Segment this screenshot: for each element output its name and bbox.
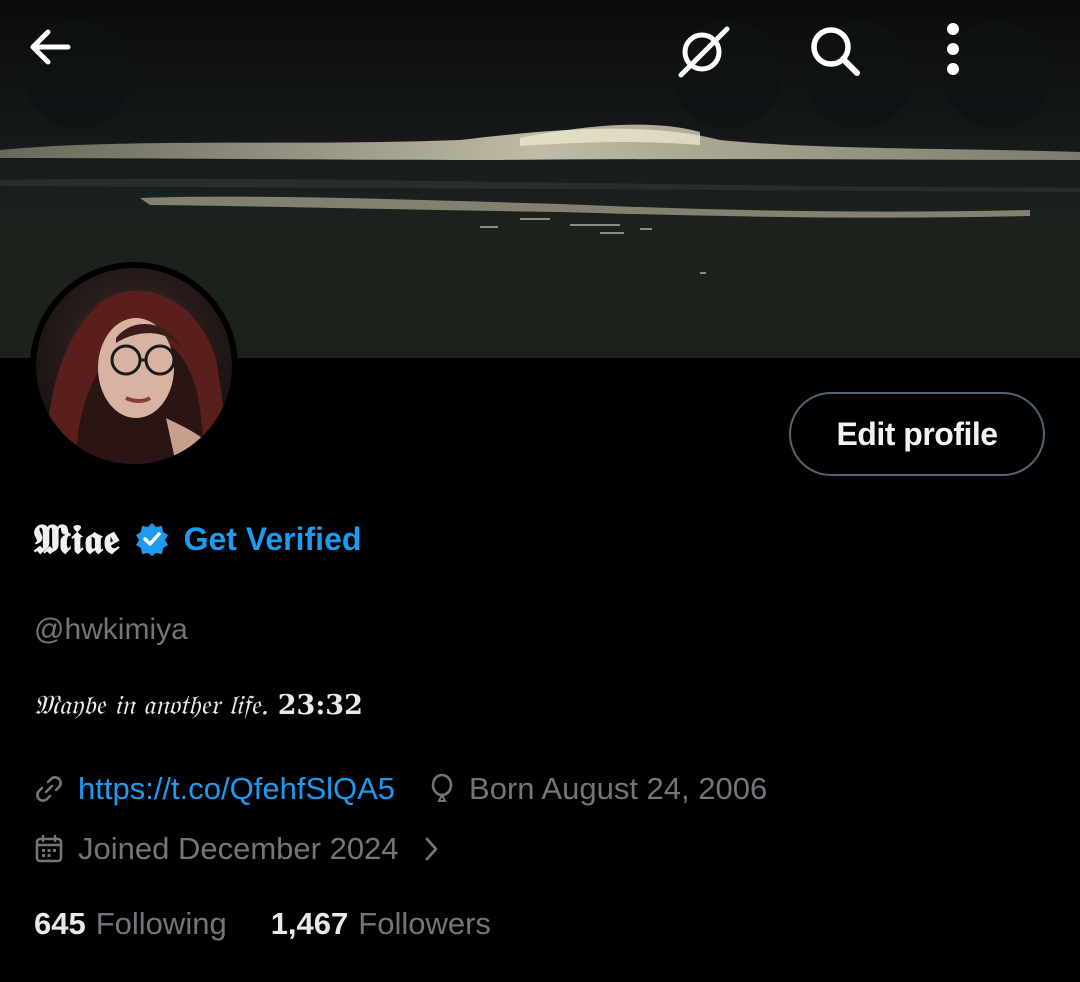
- more-button[interactable]: [943, 21, 1051, 129]
- get-verified-link[interactable]: Get Verified: [184, 521, 362, 558]
- bio-time: 𝟐𝟑:𝟑𝟐: [277, 690, 363, 721]
- grok-button[interactable]: [673, 21, 781, 129]
- follow-counts: 645 Following 1,467 Followers: [34, 902, 491, 946]
- joined-text: Joined December 2024: [78, 831, 399, 866]
- avatar-image: [36, 268, 232, 464]
- back-button[interactable]: [24, 21, 132, 129]
- followers-label: Followers: [358, 906, 491, 941]
- verified-badge-icon[interactable]: [134, 521, 170, 557]
- profile-website-link[interactable]: https://t.co/QfehfSlQA5: [78, 771, 395, 807]
- joined-row[interactable]: Joined December 2024: [34, 827, 455, 871]
- birthday-balloon-icon: [429, 773, 455, 805]
- search-button[interactable]: [805, 21, 913, 129]
- bio-text: 𝔐𝔞𝔶𝔟𝔢 𝔦𝔫 𝔞𝔫𝔬𝔱𝔥𝔢𝔯 𝔩𝔦𝔣𝔢.: [34, 690, 270, 721]
- following-link[interactable]: 645 Following: [34, 906, 227, 942]
- chevron-right-icon: [423, 834, 441, 864]
- profile-meta-row: https://t.co/QfehfSlQA5 Born August 24, …: [34, 767, 767, 811]
- avatar[interactable]: [30, 262, 238, 470]
- followers-count: 1,467: [270, 906, 349, 941]
- display-name: 𝕸𝖎𝖆𝖊: [34, 515, 120, 563]
- birthday-text: Born August 24, 2006: [469, 771, 768, 806]
- name-row: 𝕸𝖎𝖆𝖊 Get Verified: [34, 512, 361, 566]
- following-count: 645: [34, 906, 86, 941]
- calendar-icon: [34, 834, 64, 864]
- following-label: Following: [95, 906, 227, 941]
- followers-link[interactable]: 1,467 Followers: [271, 906, 491, 942]
- username-handle: @hwkimiya: [34, 613, 188, 646]
- edit-profile-button[interactable]: Edit profile: [789, 392, 1045, 476]
- link-icon: [34, 774, 64, 804]
- bio: 𝔐𝔞𝔶𝔟𝔢 𝔦𝔫 𝔞𝔫𝔬𝔱𝔥𝔢𝔯 𝔩𝔦𝔣𝔢. 𝟐𝟑:𝟑𝟐: [34, 690, 363, 722]
